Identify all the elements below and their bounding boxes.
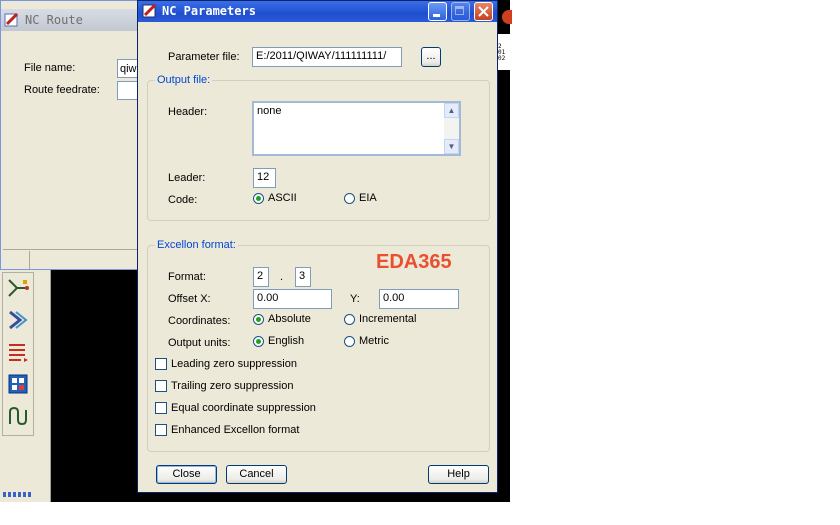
grid-select-icon[interactable]: [6, 372, 30, 396]
offset-y-field[interactable]: 0.00: [379, 289, 459, 309]
format-decimal-field[interactable]: 3: [295, 267, 311, 287]
chevron-route-icon[interactable]: [6, 308, 30, 332]
minimize-button[interactable]: [428, 2, 447, 21]
header-label: Header:: [168, 106, 208, 118]
nc-route-title-bar: NC Route: [1, 9, 138, 31]
format-label: Format:: [168, 271, 206, 283]
maximize-button: [451, 2, 470, 21]
units-english-radio[interactable]: [253, 336, 264, 347]
eda365-watermark: EDA365: [376, 251, 452, 273]
offset-y-label: Y:: [350, 293, 360, 305]
lines-list-icon[interactable]: [6, 340, 30, 364]
scroll-down-icon[interactable]: ▼: [444, 139, 459, 154]
code-label: Code:: [168, 194, 198, 206]
file-name-label: File name:: [24, 62, 76, 74]
dialog-title: NC Parameters: [162, 4, 256, 18]
close-button[interactable]: Close: [156, 465, 217, 484]
units-metric-radio[interactable]: [344, 336, 355, 347]
parameter-file-field[interactable]: E:/2011/QIWAY/111111111/: [252, 47, 402, 67]
units-english-label[interactable]: English: [268, 335, 304, 347]
status-indicator: [3, 492, 31, 497]
equal-coordinate-checkbox[interactable]: [155, 402, 167, 414]
right-edge-readout: 2 01 02: [498, 34, 510, 70]
code-eia-label[interactable]: EIA: [359, 192, 377, 204]
coordinates-incremental-label[interactable]: Incremental: [359, 313, 416, 325]
header-textarea[interactable]: none ▲ ▼: [252, 101, 461, 156]
trailing-zero-checkbox[interactable]: [155, 380, 167, 392]
header-text: none: [257, 105, 282, 117]
route-feedrate-field[interactable]: [117, 81, 139, 100]
right-edge-strip: [498, 0, 510, 502]
output-units-label: Output units:: [168, 337, 231, 349]
leader-field[interactable]: 12: [253, 168, 276, 188]
enhanced-excellon-label[interactable]: Enhanced Excellon format: [171, 424, 299, 436]
trailing-zero-label[interactable]: Trailing zero suppression: [171, 380, 293, 392]
browse-button[interactable]: ...: [421, 47, 441, 67]
close-icon: [478, 6, 489, 17]
vertical-toolbar: [2, 272, 34, 436]
excellon-format-group-label: Excellon format:: [155, 239, 238, 251]
code-ascii-label[interactable]: ASCII: [268, 192, 297, 204]
format-integer-field[interactable]: 2: [253, 267, 269, 287]
app-icon: [4, 12, 20, 31]
nc-route-title: NC Route: [25, 13, 83, 27]
coordinates-label: Coordinates:: [168, 315, 231, 327]
dialog-title-bar[interactable]: NC Parameters: [138, 1, 497, 22]
code-eia-radio[interactable]: [344, 193, 355, 204]
nc-parameters-dialog: NC Parameters Parameter file: E:/2011/QI…: [137, 0, 498, 493]
offset-x-field[interactable]: 0.00: [253, 289, 332, 309]
help-button[interactable]: Help: [428, 465, 489, 484]
units-metric-label[interactable]: Metric: [359, 335, 389, 347]
route-window-status-pane: [29, 251, 30, 269]
nc-route-window: NC Route File name: qiw Route feedrate:: [0, 0, 139, 270]
cancel-button[interactable]: Cancel: [226, 465, 287, 484]
scroll-up-icon[interactable]: ▲: [444, 103, 459, 118]
route-path-icon[interactable]: [6, 276, 30, 300]
coordinates-absolute-radio[interactable]: [253, 314, 264, 325]
code-ascii-radio[interactable]: [253, 193, 264, 204]
leader-label: Leader:: [168, 172, 206, 184]
app-icon: [142, 3, 158, 22]
leading-zero-label[interactable]: Leading zero suppression: [171, 358, 297, 370]
route-window-divider: [3, 249, 137, 250]
right-edge-close-icon[interactable]: [502, 10, 512, 24]
close-window-button[interactable]: [474, 2, 493, 21]
offset-x-label: Offset X:: [168, 293, 211, 305]
coordinates-incremental-radio[interactable]: [344, 314, 355, 325]
route-feedrate-label: Route feedrate:: [24, 84, 100, 96]
file-name-field[interactable]: qiw: [117, 59, 139, 78]
leading-zero-checkbox[interactable]: [155, 358, 167, 370]
enhanced-excellon-checkbox[interactable]: [155, 424, 167, 436]
parameter-file-label: Parameter file:: [168, 51, 240, 63]
format-separator: .: [280, 271, 284, 283]
loop-route-icon[interactable]: [6, 404, 30, 428]
output-file-group-label: Output file:: [155, 74, 213, 86]
equal-coordinate-label[interactable]: Equal coordinate suppression: [171, 402, 316, 414]
coordinates-absolute-label[interactable]: Absolute: [268, 313, 311, 325]
